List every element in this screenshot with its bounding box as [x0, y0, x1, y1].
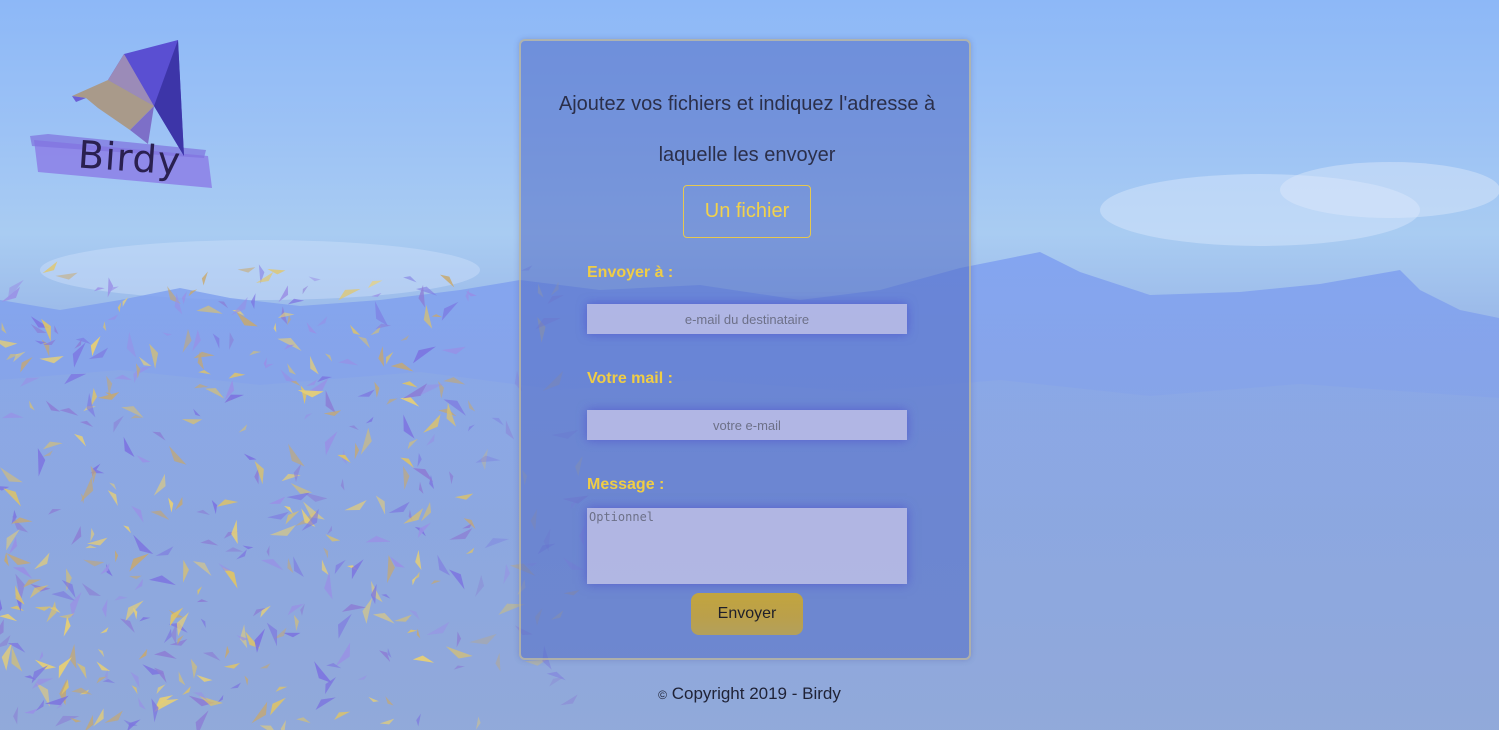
sender-email-field[interactable]	[587, 410, 907, 440]
brand-logo[interactable]: Birdy	[28, 36, 218, 198]
copyright-text: Copyright 2019 - Birdy	[671, 684, 841, 703]
send-button[interactable]: Envoyer	[691, 593, 803, 635]
footer: © Copyright 2019 - Birdy	[0, 684, 1499, 704]
message-label: Message :	[587, 476, 665, 493]
copyright-symbol: ©	[658, 688, 667, 702]
upload-form: Ajoutez vos fichiers et indiquez l'adres…	[519, 39, 971, 660]
recipient-label: Envoyer à :	[587, 264, 674, 281]
page: Birdy Ajoutez vos fichiers et indiquez l…	[0, 0, 1499, 730]
add-file-button[interactable]: Un fichier	[683, 185, 811, 238]
recipient-email-field[interactable]	[587, 304, 907, 334]
form-title: Ajoutez vos fichiers et indiquez l'adres…	[558, 93, 936, 166]
message-textarea[interactable]	[587, 508, 907, 584]
sender-label: Votre mail :	[587, 370, 673, 387]
brand-name: Birdy	[76, 132, 183, 184]
